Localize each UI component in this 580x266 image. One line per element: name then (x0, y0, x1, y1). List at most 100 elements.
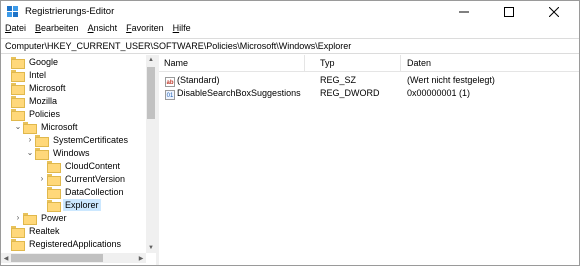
menu-datei[interactable]: Datei (5, 23, 26, 37)
menu-ansicht[interactable]: Ansicht (88, 23, 118, 37)
minimize-button[interactable] (441, 1, 486, 23)
regedit-icon (7, 6, 18, 17)
close-button[interactable] (531, 1, 576, 23)
folder-icon (47, 173, 61, 186)
tree-node-label: SystemCertificates (53, 134, 129, 145)
scroll-left-icon[interactable]: ◀ (1, 253, 11, 263)
values-list[interactable]: Name Typ Daten ab (Standard) REG_SZ (Wert… (159, 55, 579, 265)
column-header-data[interactable]: Daten (402, 55, 578, 71)
menu-bearbeiten[interactable]: Bearbeiten (35, 23, 79, 37)
tree-node-label: Google (29, 56, 59, 67)
folder-icon (11, 225, 25, 238)
tree-node-label: CurrentVersion (65, 173, 126, 184)
menu-favoriten[interactable]: Favoriten (126, 23, 164, 37)
value-name-cell: ab (Standard) (165, 75, 220, 87)
value-type-cell: REG_SZ (320, 75, 357, 85)
tree-node[interactable]: Realtek (1, 224, 62, 238)
tree-node-label: Microsoft (29, 82, 66, 93)
folder-icon (47, 199, 61, 212)
registry-editor-window: Registrierungs-Editor Datei Bearbeiten A… (0, 0, 580, 266)
folder-icon (23, 121, 37, 134)
value-data-cell: (Wert nicht festgelegt) (407, 75, 495, 85)
value-data-cell: 0x00000001 (1) (407, 88, 471, 98)
tree-node[interactable]: CloudContent (37, 159, 122, 173)
folder-icon (11, 95, 25, 108)
tree-horizontal-scrollbar[interactable]: ◀ ▶ (1, 253, 146, 263)
tree-node[interactable]: Microsoft (1, 81, 68, 95)
folder-icon (11, 108, 25, 121)
chevron-down-icon[interactable]: ⌄ (25, 146, 35, 159)
tree-node[interactable]: › CurrentVersion (37, 172, 127, 186)
key-tree[interactable]: Google Intel Microsoft Mozilla Policies ⌄ Micr… (1, 55, 156, 265)
tree-node-label: CloudContent (65, 160, 121, 171)
folder-icon (23, 212, 37, 225)
tree-hscroll-thumb[interactable] (11, 254, 103, 262)
folder-icon (35, 147, 49, 160)
folder-icon (35, 134, 49, 147)
tree-node[interactable]: ⌄ Windows (25, 146, 92, 160)
list-header: Name Typ Daten (159, 55, 579, 72)
minimize-icon (458, 11, 469, 13)
list-row[interactable]: ab (Standard) REG_SZ (Wert nicht festgele… (159, 73, 579, 87)
tree-node-label: Mozilla (29, 95, 58, 106)
tree-node-label: Explorer (63, 198, 101, 211)
tree-node[interactable]: Intel (1, 68, 48, 82)
tree-node[interactable]: › Power (13, 211, 69, 225)
tree-node-label: Realtek (29, 225, 60, 236)
folder-icon (11, 82, 25, 95)
chevron-down-icon[interactable]: ⌄ (13, 120, 23, 133)
tree-node-label: Power (41, 212, 67, 223)
list-row[interactable]: 01 DisableSearchBoxSuggestions REG_DWORD … (159, 86, 579, 100)
folder-icon (47, 160, 61, 173)
window-title: Registrierungs-Editor (25, 6, 115, 17)
tree-scroll-thumb[interactable] (147, 67, 155, 119)
column-header-name[interactable]: Name (159, 55, 305, 71)
tree-node-label: Intel (29, 69, 47, 80)
maximize-button[interactable] (486, 1, 531, 23)
close-icon (548, 7, 559, 17)
folder-icon (11, 69, 25, 82)
folder-icon (11, 238, 25, 251)
tree-node-label: Windows (53, 147, 90, 158)
tree-node[interactable]: › SystemCertificates (25, 133, 130, 147)
chevron-right-icon[interactable]: › (37, 172, 47, 185)
chevron-right-icon[interactable]: › (25, 133, 35, 146)
column-header-type[interactable]: Typ (315, 55, 401, 71)
tree-node[interactable]: RegisteredApplications (1, 237, 123, 251)
folder-icon (47, 186, 61, 199)
value-type-cell: REG_DWORD (320, 88, 380, 98)
title-bar[interactable]: Registrierungs-Editor (1, 1, 579, 23)
value-name-cell: 01 DisableSearchBoxSuggestions (165, 88, 301, 100)
binary-value-icon: 01 (165, 90, 175, 100)
scroll-down-icon[interactable]: ▼ (146, 243, 156, 253)
tree-node[interactable]: Mozilla (1, 94, 59, 108)
address-bar[interactable]: Computer\HKEY_CURRENT_USER\SOFTWARE\Poli… (1, 38, 579, 54)
tree-node[interactable]: Google (1, 55, 60, 69)
menu-hilfe[interactable]: Hilfe (173, 23, 191, 37)
chevron-right-icon[interactable]: › (13, 211, 23, 224)
tree-vertical-scrollbar[interactable]: ▲ ▼ (146, 55, 156, 253)
menu-bar: Datei Bearbeiten Ansicht Favoriten Hilfe (1, 23, 579, 37)
maximize-icon (503, 7, 514, 17)
tree-node[interactable]: DataCollection (37, 185, 126, 199)
scroll-up-icon[interactable]: ▲ (146, 55, 156, 65)
tree-node[interactable]: Explorer (37, 198, 101, 212)
tree-node-label: Microsoft (41, 121, 78, 132)
folder-icon (11, 56, 25, 69)
tree-node-label: Policies (29, 108, 61, 119)
tree-node-label: RegisteredApplications (29, 238, 122, 249)
tree-node-label: DataCollection (65, 186, 124, 197)
tree-node[interactable]: ⌄ Microsoft (13, 120, 80, 134)
tree-node[interactable]: Policies (1, 107, 62, 121)
scroll-right-icon[interactable]: ▶ (136, 253, 146, 263)
